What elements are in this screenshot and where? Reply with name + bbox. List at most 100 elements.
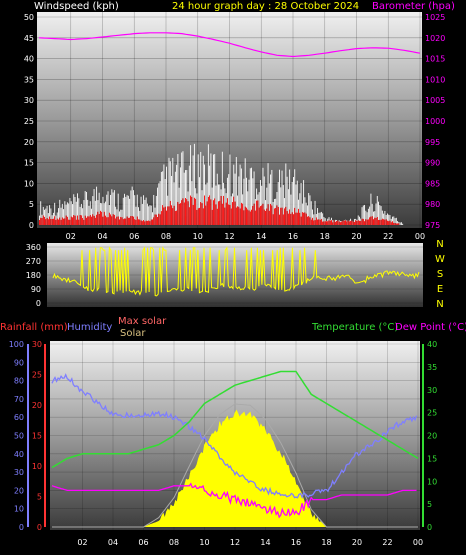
wind-speed-bar [101,211,103,225]
wind-speed-bar [327,221,329,225]
barometer-tick-label: 1025 [425,13,445,22]
wind-speed-bar [257,200,259,225]
wind-y-tick-label: 30 [24,96,34,105]
wind-speed-bar [135,219,137,225]
wind-speed-bar [87,216,89,225]
wind-speed-bar [51,219,53,225]
wind-speed-bar [127,217,129,225]
wind-speed-bar [40,217,42,225]
wind-speed-bar [185,198,186,225]
wind-speed-bar [337,220,339,225]
wind-speed-bar [72,217,73,225]
wind-speed-bar [130,216,132,225]
wind-speed-bar [270,203,272,225]
wind-speed-bar [226,198,228,225]
wind-speed-bar [68,219,70,225]
wind-speed-bar [284,208,286,225]
wind-speed-bar [98,213,100,225]
wind-speed-bar [50,218,52,225]
wind-speed-bar [167,206,169,225]
wind-speed-bar [225,202,227,225]
wind-x-tick-label: 00 [415,232,425,241]
wind-speed-bar [331,220,332,225]
wind-speed-bar [164,206,166,225]
wind-speed-bar [216,208,218,225]
wind-speed-bar [287,213,289,225]
wind-speed-bar [148,220,150,225]
wind-speed-bar [201,203,203,225]
wind-speed-bar [89,214,91,225]
direction-tick-label: 90 [31,285,41,294]
wind-speed-bar [294,207,296,225]
wind-speed-bar [247,209,249,225]
wind-speed-bar [91,216,92,225]
wind-speed-bar [122,219,124,225]
wind-speed-bar [150,219,152,225]
wind-speed-bar [352,221,354,225]
wind-speed-bar [120,216,122,225]
wind-speed-bar [179,203,181,225]
wind-speed-bar [341,221,343,225]
wind-speed-bar [313,220,315,225]
conditions-x-tick-label: 00 [413,538,423,547]
wind-speed-bar [202,208,204,225]
wind-speed-bar [346,221,348,225]
temperature-tick-label: 30 [427,386,437,395]
wind-speed-bar [323,221,325,225]
wind-speed-bar [398,223,400,225]
wind-gust-bar [402,223,404,225]
conditions-x-tick-label: 02 [77,538,87,547]
humidity-tick-label: 100 [9,340,24,349]
wind-speed-bar [163,207,165,225]
wind-speed-bar [209,195,211,225]
wind-speed-bar [380,219,382,225]
wind-speed-bar [365,219,367,225]
wind-speed-bar [134,219,136,225]
temperature-tick-label: 5 [427,500,432,509]
wind-speed-bar [65,215,67,225]
direction-tick-label: 180 [26,271,41,280]
wind-speed-bar [371,216,373,225]
wind-speed-bar [385,219,387,225]
humidity-tick-label: 40 [14,450,24,459]
wind-speed-bar [243,210,245,225]
wind-speed-bar [376,216,378,225]
wind-speed-bar [59,217,61,225]
wind-speed-bar [192,204,194,225]
wind-speed-bar [131,216,133,225]
wind-speed-bar [78,219,80,225]
wind-speed-bar [155,214,157,225]
conditions-x-tick-label: 16 [291,538,301,547]
direction-tick-label: 270 [26,257,41,266]
wind-y-tick-label: 0 [29,221,34,230]
wind-speed-bar [228,204,230,225]
wind-x-tick-label: 16 [288,232,298,241]
wind-speed-bar [248,210,250,225]
wind-speed-bar [108,212,110,225]
wind-speed-bar [97,211,99,225]
wind-y-tick-label: 25 [24,117,34,126]
wind-speed-bar [246,207,247,225]
wind-speed-bar [83,219,85,225]
wind-speed-bar [366,219,368,225]
wind-speed-bar [218,201,219,225]
wind-speed-bar [336,220,338,225]
wind-speed-bar [191,196,193,225]
temperature-tick-label: 40 [427,340,437,349]
wind-speed-bar [58,219,59,225]
wind-speed-bar [299,212,301,225]
wind-speed-bar [102,216,104,225]
wind-speed-bar [160,211,162,225]
dewpoint-axis-label: Dew Point (°C) [395,322,466,333]
wind-speed-bar [107,217,109,225]
rain-tick-label: 25 [32,371,42,380]
wind-speed-bar [276,205,278,225]
wind-speed-bar [374,217,376,225]
wind-speed-bar [309,217,311,225]
wind-speed-bar [82,217,84,225]
wind-speed-bar [105,215,106,225]
wind-gust-bar [400,222,402,225]
wind-x-tick-label: 06 [129,232,139,241]
wind-speed-bar [46,218,48,225]
wind-speed-bar [172,208,174,225]
